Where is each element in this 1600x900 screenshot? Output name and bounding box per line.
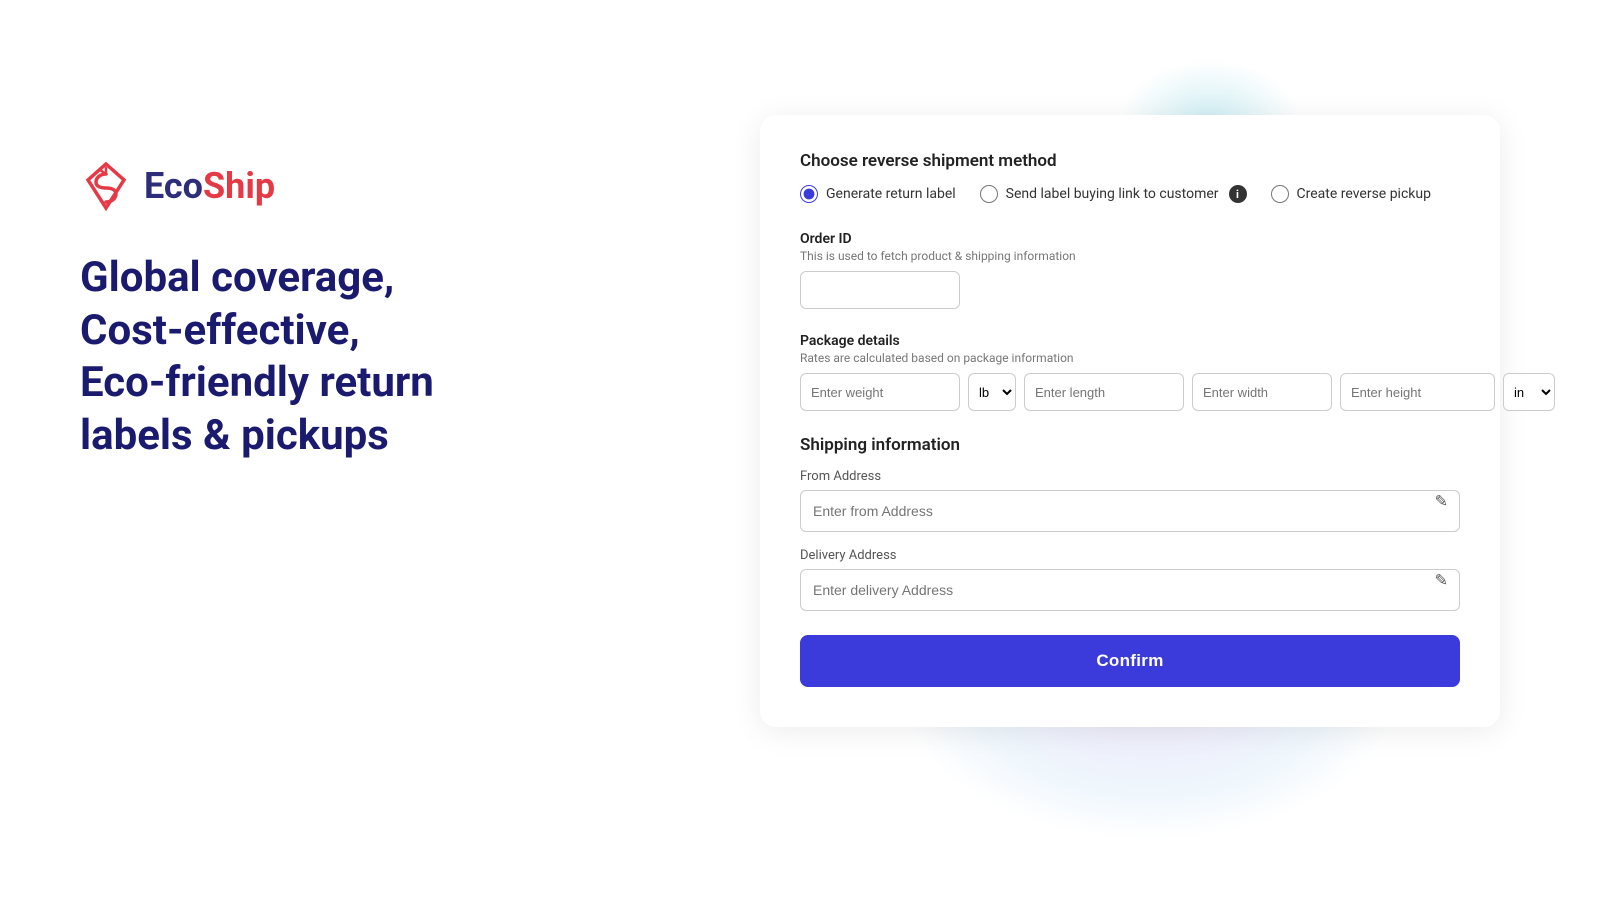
logo: EcoShip <box>80 160 640 212</box>
from-address-input[interactable] <box>800 490 1460 532</box>
shipping-title: Shipping information <box>800 435 1460 455</box>
width-input[interactable] <box>1192 373 1332 411</box>
package-details-label: Package details <box>800 333 1460 349</box>
delivery-address-input[interactable] <box>800 569 1460 611</box>
radio-pickup-label[interactable]: Create reverse pickup <box>1271 185 1431 203</box>
left-panel: EcoShip Global coverage, Cost-effective,… <box>80 160 640 462</box>
logo-ship: Ship <box>203 165 275 207</box>
order-id-label: Order ID <box>800 231 1460 247</box>
package-inputs-row: lb kg in cm <box>800 373 1460 411</box>
length-input[interactable] <box>1024 373 1184 411</box>
radio-pickup-text: Create reverse pickup <box>1297 186 1431 202</box>
shipping-section: Shipping information From Address ✎ Deli… <box>800 435 1460 611</box>
package-details-hint: Rates are calculated based on package in… <box>800 351 1460 365</box>
logo-icon <box>80 160 132 212</box>
radio-generate-label[interactable]: Generate return label <box>800 185 956 203</box>
from-address-label: From Address <box>800 469 1460 484</box>
info-icon[interactable]: i <box>1229 185 1247 203</box>
form-panel: Choose reverse shipment method Generate … <box>760 115 1500 727</box>
radio-send-link-label[interactable]: Send label buying link to customer i <box>980 185 1247 203</box>
delivery-address-field: Delivery Address ✎ <box>800 548 1460 611</box>
height-input[interactable] <box>1340 373 1495 411</box>
shipment-method-title: Choose reverse shipment method <box>800 151 1460 171</box>
order-id-section: Order ID This is used to fetch product &… <box>800 231 1460 309</box>
weight-input[interactable] <box>800 373 960 411</box>
tagline: Global coverage, Cost-effective, Eco-fri… <box>80 252 640 462</box>
shipment-method-section: Choose reverse shipment method Generate … <box>800 151 1460 203</box>
delivery-address-label: Delivery Address <box>800 548 1460 563</box>
radio-generate-text: Generate return label <box>826 186 956 202</box>
radio-send-link-text: Send label buying link to customer <box>1006 186 1219 202</box>
logo-text: EcoShip <box>144 165 275 207</box>
radio-pickup[interactable] <box>1271 185 1289 203</box>
logo-eco: Eco <box>144 165 203 207</box>
package-details-section: Package details Rates are calculated bas… <box>800 333 1460 411</box>
shipment-method-radio-group: Generate return label Send label buying … <box>800 185 1460 203</box>
order-id-input[interactable] <box>800 271 960 309</box>
order-id-hint: This is used to fetch product & shipping… <box>800 249 1460 263</box>
from-address-field: From Address ✎ <box>800 469 1460 532</box>
dimension-unit-select[interactable]: in cm <box>1503 373 1555 411</box>
radio-generate[interactable] <box>800 185 818 203</box>
weight-unit-select[interactable]: lb kg <box>968 373 1016 411</box>
confirm-button[interactable]: Confirm <box>800 635 1460 687</box>
radio-send-link[interactable] <box>980 185 998 203</box>
